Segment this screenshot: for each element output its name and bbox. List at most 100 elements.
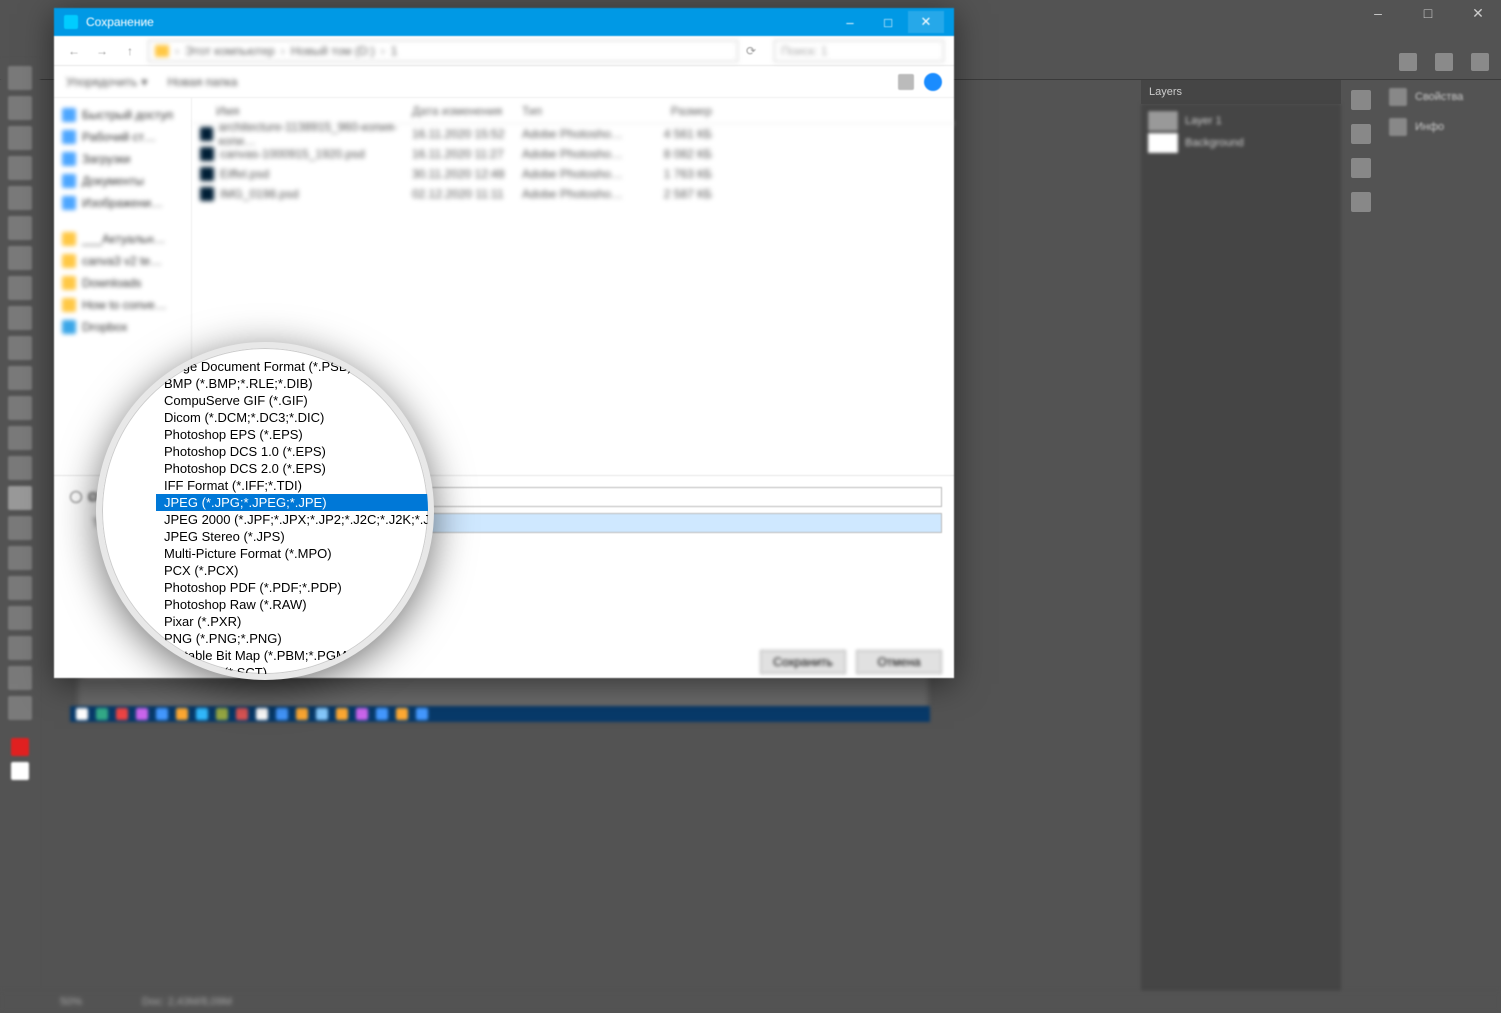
nav-item[interactable]: Быстрый доступ [58, 104, 187, 126]
pen-tool[interactable] [8, 516, 32, 540]
taskbar-app-icon[interactable] [196, 708, 208, 720]
heal-tool[interactable] [8, 276, 32, 300]
taskbar-app-icon[interactable] [116, 708, 128, 720]
edit-toolbar[interactable] [8, 696, 32, 720]
taskbar-app-icon[interactable] [356, 708, 368, 720]
format-option[interactable]: JPEG Stereo (*.JPS) [156, 528, 428, 545]
taskbar-app-icon[interactable] [276, 708, 288, 720]
nav-item[interactable]: Downloads [58, 272, 187, 294]
stamp-tool[interactable] [8, 336, 32, 360]
format-option[interactable]: PNG (*.PNG;*.PNG) [156, 630, 428, 647]
taskbar-app-icon[interactable] [96, 708, 108, 720]
file-type-dropdown[interactable]: Large Document Format (*.PSB)BMP (*.BMP;… [102, 348, 428, 674]
layers-panel-tab[interactable]: Layers [1141, 80, 1341, 104]
nav-back[interactable]: ← [64, 41, 84, 61]
nav-item[interactable]: Dropbox [58, 316, 187, 338]
zoom-level[interactable]: 50% [60, 996, 82, 1008]
dialog-close[interactable]: ✕ [908, 11, 944, 33]
nav-item[interactable]: Загрузки [58, 148, 187, 170]
format-option[interactable]: Photoshop EPS (*.EPS) [156, 426, 428, 443]
taskbar-app-icon[interactable] [176, 708, 188, 720]
file-row[interactable]: IMG_0198.psd02.12.2020 11:11Adobe Photos… [192, 184, 954, 204]
hand-tool[interactable] [8, 636, 32, 660]
minimize-button[interactable]: – [1363, 3, 1393, 23]
nav-forward[interactable]: → [92, 41, 112, 61]
format-option[interactable]: BMP (*.BMP;*.RLE;*.DIB) [156, 375, 428, 392]
color-panel-icon[interactable] [1351, 90, 1371, 110]
format-option[interactable]: Dicom (*.DCM;*.DC3;*.DIC) [156, 409, 428, 426]
breadcrumb[interactable]: › Этот компьютер› Новый том (D:)› 1 [148, 40, 738, 62]
format-option[interactable]: PCX (*.PCX) [156, 562, 428, 579]
layer-name[interactable]: Layer 1 [1185, 115, 1222, 127]
layer-name[interactable]: Background [1185, 137, 1244, 149]
taskbar-app-icon[interactable] [236, 708, 248, 720]
dodge-tool[interactable] [8, 486, 32, 510]
format-option[interactable]: JPEG (*.JPG;*.JPEG;*.JPE) [156, 494, 428, 511]
lasso-tool[interactable] [8, 126, 32, 150]
type-tool[interactable] [8, 546, 32, 570]
format-option[interactable]: Large Document Format (*.PSB) [156, 358, 428, 375]
crop-tool[interactable] [8, 186, 32, 210]
taskbar-app-icon[interactable] [296, 708, 308, 720]
path-tool[interactable] [8, 576, 32, 600]
dialog-maximize[interactable]: □ [870, 11, 906, 33]
blur-tool[interactable] [8, 456, 32, 480]
history-brush-tool[interactable] [8, 366, 32, 390]
zoom-tool[interactable] [8, 666, 32, 690]
format-option[interactable]: Photoshop PDF (*.PDF;*.PDP) [156, 579, 428, 596]
taskbar-app-icon[interactable] [396, 708, 408, 720]
taskbar-app-icon[interactable] [76, 708, 88, 720]
share-icon[interactable] [1471, 53, 1489, 71]
help-icon[interactable] [924, 73, 942, 91]
fg-color[interactable] [11, 738, 29, 756]
close-button[interactable]: ✕ [1463, 3, 1493, 23]
wand-tool[interactable] [8, 156, 32, 180]
file-row[interactable]: Eiffel.psd30.11.2020 12:48Adobe Photosho… [192, 164, 954, 184]
cancel-button[interactable]: Отмена [856, 650, 942, 674]
format-option[interactable]: CompuServe GIF (*.GIF) [156, 392, 428, 409]
search-input[interactable]: Поиск: 1 [774, 40, 944, 62]
nav-item[interactable]: canva3 v2 te… [58, 250, 187, 272]
format-option[interactable]: Portable Bit Map (*.PBM;*.PGM;*.PPM;*.PN… [156, 647, 428, 664]
adjustments-panel-icon[interactable] [1351, 158, 1371, 178]
workspace-icon[interactable] [1435, 53, 1453, 71]
format-option[interactable]: Photoshop Raw (*.RAW) [156, 596, 428, 613]
format-option[interactable]: Multi-Picture Format (*.MPO) [156, 545, 428, 562]
layer-thumb[interactable] [1147, 132, 1179, 154]
dialog-titlebar[interactable]: Сохранение – □ ✕ [54, 8, 954, 36]
taskbar-app-icon[interactable] [376, 708, 388, 720]
format-option[interactable]: IFF Format (*.IFF;*.TDI) [156, 477, 428, 494]
refresh-icon[interactable]: ⟳ [746, 44, 766, 58]
nav-item[interactable]: How to conve… [58, 294, 187, 316]
format-option[interactable]: Pixar (*.PXR) [156, 613, 428, 630]
frame-tool[interactable] [8, 216, 32, 240]
taskbar-app-icon[interactable] [156, 708, 168, 720]
styles-panel-icon[interactable] [1351, 192, 1371, 212]
taskbar-app-icon[interactable] [216, 708, 228, 720]
nav-item[interactable]: Рабочий ст… [58, 126, 187, 148]
format-option[interactable]: Photoshop DCS 1.0 (*.EPS) [156, 443, 428, 460]
marquee-tool[interactable] [8, 96, 32, 120]
nav-item[interactable]: Изображени… [58, 192, 187, 214]
eyedropper-tool[interactable] [8, 246, 32, 270]
layer-thumb[interactable] [1147, 110, 1179, 132]
taskbar-app-icon[interactable] [316, 708, 328, 720]
search-icon[interactable] [1399, 53, 1417, 71]
taskbar-app-icon[interactable] [416, 708, 428, 720]
file-row[interactable]: canvas-1000915_1920.psd16.11.2020 11:27A… [192, 144, 954, 164]
organize-menu[interactable]: Упорядочить ▾ [66, 75, 147, 89]
taskbar-app-icon[interactable] [256, 708, 268, 720]
swatches-panel-icon[interactable] [1351, 124, 1371, 144]
bg-color[interactable] [11, 762, 29, 780]
gradient-tool[interactable] [8, 426, 32, 450]
nav-up[interactable]: ↑ [120, 41, 140, 61]
format-option[interactable]: Photoshop DCS 2.0 (*.EPS) [156, 460, 428, 477]
info-button[interactable]: Инфо [1389, 118, 1493, 136]
nav-item[interactable]: Документы [58, 170, 187, 192]
move-tool[interactable] [8, 66, 32, 90]
file-row[interactable]: architecture-1138915_960-копия-копи…16.1… [192, 124, 954, 144]
maximize-button[interactable]: □ [1413, 3, 1443, 23]
eraser-tool[interactable] [8, 396, 32, 420]
nav-item[interactable]: ___Актуальн… [58, 228, 187, 250]
taskbar-app-icon[interactable] [336, 708, 348, 720]
